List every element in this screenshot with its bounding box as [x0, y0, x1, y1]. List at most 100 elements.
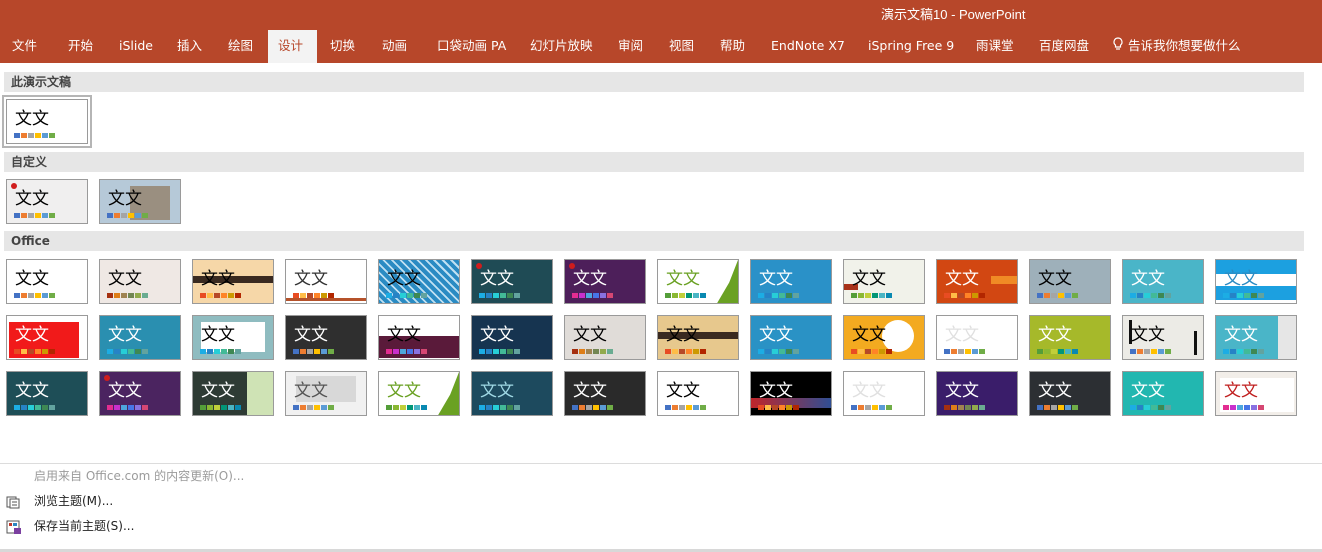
theme-thumbnail[interactable]: 文文 [471, 259, 553, 304]
theme-thumbnail[interactable]: 文文 [378, 315, 460, 360]
theme-thumbnail[interactable]: 文文 [99, 259, 181, 304]
color-swatch [879, 349, 885, 354]
theme-thumbnail[interactable]: 文文 [99, 371, 181, 416]
tab-design[interactable]: 设计 [268, 30, 317, 63]
tab-home[interactable]: 开始 [58, 30, 103, 63]
color-swatch [414, 293, 420, 298]
theme-thumbnail[interactable]: 文文 [657, 259, 739, 304]
theme-thumbnail[interactable]: 文文 [1215, 259, 1297, 304]
color-swatch [207, 293, 213, 298]
color-swatch [1230, 293, 1236, 298]
color-swatch [128, 405, 134, 410]
tab-file[interactable]: 文件 [2, 30, 47, 63]
theme-sample-text: 文文 [387, 269, 421, 289]
theme-thumbnail[interactable]: 文文 [750, 371, 832, 416]
color-swatch [1223, 405, 1229, 410]
color-swatch [600, 405, 606, 410]
color-swatch [965, 405, 971, 410]
theme-thumbnail[interactable]: 文文 [378, 259, 460, 304]
tab-baidu-netdisk[interactable]: 百度网盘 [1029, 30, 1099, 63]
color-swatch [107, 213, 113, 218]
theme-thumbnail[interactable]: 文文 [657, 315, 739, 360]
tab-rain-classroom[interactable]: 雨课堂 [966, 30, 1024, 63]
color-swatch [1058, 405, 1064, 410]
theme-thumbnail[interactable]: 文文 [471, 315, 553, 360]
color-swatch [479, 293, 485, 298]
color-swatch [1251, 293, 1257, 298]
theme-thumbnail[interactable]: 文文 [564, 259, 646, 304]
color-swatches [107, 349, 148, 354]
theme-thumbnail[interactable]: 文文 [1122, 259, 1204, 304]
tell-me-box[interactable]: 告诉我你想要做什么 [1112, 30, 1241, 63]
theme-thumbnail[interactable]: 文文 [843, 315, 925, 360]
theme-thumbnail[interactable]: 文文 [1029, 259, 1111, 304]
theme-decoration [882, 320, 914, 352]
theme-thumbnail[interactable]: 文文 [936, 259, 1018, 304]
theme-thumbnail[interactable]: 文文 [1215, 315, 1297, 360]
theme-thumbnail[interactable]: 文文 [843, 259, 925, 304]
tab-draw[interactable]: 绘图 [218, 30, 263, 63]
color-swatch [228, 405, 234, 410]
color-swatch [421, 405, 427, 410]
color-swatch [128, 213, 134, 218]
color-swatches [14, 349, 55, 354]
theme-thumbnail[interactable]: 文文 [99, 179, 181, 224]
color-swatch [579, 349, 585, 354]
theme-thumbnail[interactable]: 文文 [843, 371, 925, 416]
color-swatch [593, 293, 599, 298]
tab-insert[interactable]: 插入 [167, 30, 212, 63]
theme-thumbnail[interactable]: 文文 [2, 95, 92, 148]
theme-thumbnail[interactable]: 文文 [192, 259, 274, 304]
theme-thumbnail[interactable]: 文文 [99, 315, 181, 360]
color-swatch [49, 349, 55, 354]
theme-thumbnail[interactable]: 文文 [378, 371, 460, 416]
theme-thumbnail[interactable]: 文文 [1122, 371, 1204, 416]
theme-thumbnail[interactable]: 文文 [285, 371, 367, 416]
theme-thumbnail[interactable]: 文文 [6, 315, 88, 360]
theme-thumbnail[interactable]: 文文 [1122, 315, 1204, 360]
theme-thumbnail[interactable]: 文文 [1029, 371, 1111, 416]
theme-thumbnail[interactable]: 文文 [285, 259, 367, 304]
browse-themes-item[interactable]: 浏览主题(M)... [6, 491, 113, 511]
tab-islide[interactable]: iSlide [109, 30, 163, 63]
tab-endnote[interactable]: EndNote X7 [761, 30, 855, 63]
color-swatch [328, 349, 334, 354]
color-swatch [479, 349, 485, 354]
color-swatch [114, 213, 120, 218]
theme-sample-text: 文文 [15, 109, 49, 129]
tab-transitions[interactable]: 切换 [320, 30, 365, 63]
save-theme-icon [6, 520, 22, 534]
theme-thumbnail[interactable]: 文文 [6, 179, 88, 224]
theme-thumbnail[interactable]: 文文 [192, 315, 274, 360]
title-bar: 演示文稿10 - PowerPoint 文件 开始 iSlide 插入 绘图 设… [0, 0, 1322, 63]
theme-thumbnail[interactable]: 文文 [657, 371, 739, 416]
theme-thumbnail[interactable]: 文文 [936, 315, 1018, 360]
color-swatch [700, 405, 706, 410]
theme-thumbnail[interactable]: 文文 [192, 371, 274, 416]
tab-animations[interactable]: 动画 [372, 30, 417, 63]
theme-sample-text: 文文 [573, 325, 607, 345]
theme-thumbnail[interactable]: 文文 [750, 315, 832, 360]
save-theme-item[interactable]: 保存当前主题(S)... [6, 516, 134, 536]
theme-thumbnail[interactable]: 文文 [564, 315, 646, 360]
tab-ispring[interactable]: iSpring Free 9 [858, 30, 964, 63]
color-swatch [679, 405, 685, 410]
tab-slideshow[interactable]: 幻灯片放映 [520, 30, 603, 63]
theme-thumbnail[interactable]: 文文 [1215, 371, 1297, 416]
theme-sample-text: 文文 [1131, 381, 1165, 401]
theme-thumbnail[interactable]: 文文 [750, 259, 832, 304]
tab-view[interactable]: 视图 [659, 30, 704, 63]
theme-thumbnail[interactable]: 文文 [471, 371, 553, 416]
tab-review[interactable]: 审阅 [608, 30, 653, 63]
tab-pocket-animation[interactable]: 口袋动画 PA [427, 30, 516, 63]
color-swatch [1137, 405, 1143, 410]
theme-thumbnail[interactable]: 文文 [6, 371, 88, 416]
tab-help[interactable]: 帮助 [710, 30, 755, 63]
theme-sample-text: 文文 [387, 381, 421, 401]
theme-thumbnail[interactable]: 文文 [285, 315, 367, 360]
theme-thumbnail[interactable]: 文文 [1029, 315, 1111, 360]
theme-thumbnail[interactable]: 文文 [936, 371, 1018, 416]
theme-thumbnail[interactable]: 文文 [564, 371, 646, 416]
theme-thumbnail[interactable]: 文文 [6, 259, 88, 304]
color-swatch [214, 349, 220, 354]
